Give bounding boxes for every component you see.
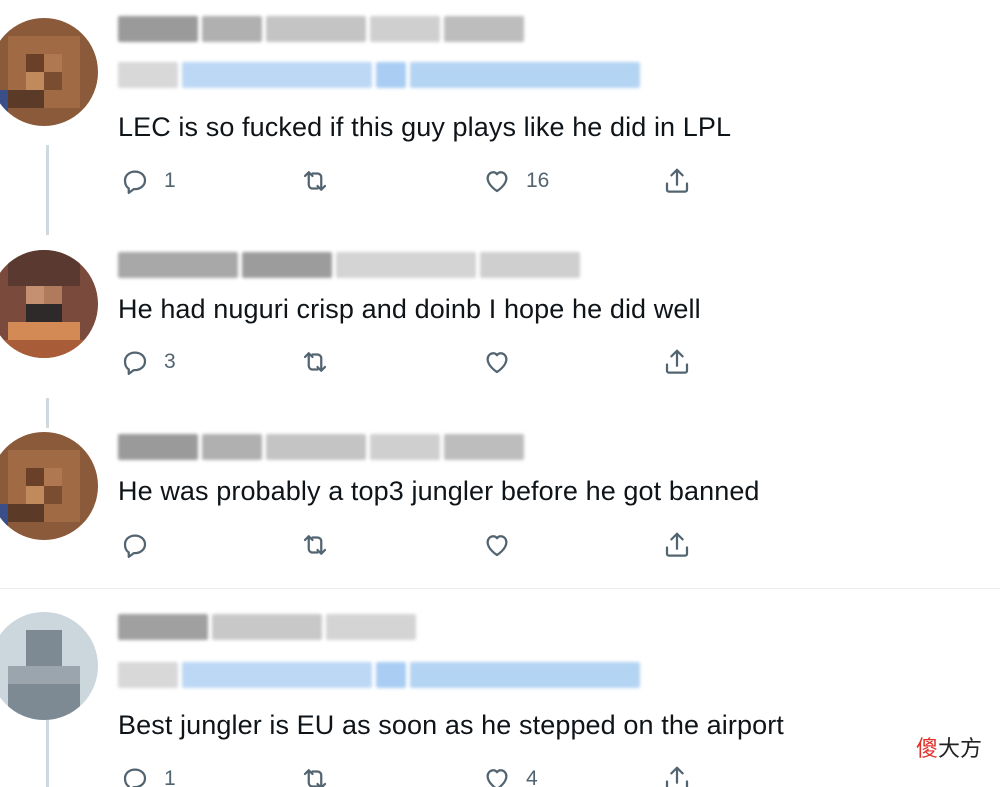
reply-count: 1	[164, 169, 176, 192]
retweet-button[interactable]	[300, 166, 344, 196]
like-count: 16	[526, 169, 550, 192]
reply-button[interactable]: 1	[120, 166, 176, 196]
share-icon	[665, 766, 689, 787]
watermark: 傻大方	[916, 731, 982, 763]
reply-count: 3	[164, 350, 176, 373]
user-name-blurred[interactable]	[118, 250, 580, 280]
user-name-blurred[interactable]	[118, 612, 416, 642]
share-button[interactable]	[662, 347, 692, 377]
heart-icon	[486, 171, 508, 193]
avatar[interactable]	[0, 432, 98, 540]
share-button[interactable]	[662, 166, 692, 196]
thread-line	[46, 145, 49, 235]
replying-to-blurred[interactable]	[118, 60, 640, 90]
share-button[interactable]	[662, 764, 692, 787]
reply-thread: LEC is so fucked if this guy plays like …	[0, 0, 1000, 787]
avatar[interactable]	[0, 18, 98, 126]
user-name-blurred[interactable]	[118, 14, 524, 44]
avatar[interactable]	[0, 612, 98, 720]
thread-line	[46, 398, 49, 428]
share-icon	[665, 532, 689, 557]
reply-icon	[123, 768, 147, 787]
watermark-part-2: 大方	[937, 737, 982, 762]
share-icon	[665, 349, 689, 374]
retweet-icon	[303, 769, 327, 787]
tweet-text: Best jungler is EU as soon as he stepped…	[118, 710, 784, 740]
share-icon	[665, 168, 689, 193]
user-name-blurred[interactable]	[118, 432, 524, 462]
thread-line	[46, 718, 49, 787]
like-button[interactable]	[482, 347, 526, 377]
retweet-icon	[303, 535, 327, 555]
reply-icon	[123, 170, 147, 194]
watermark-part-1: 傻	[915, 737, 938, 762]
tweet-text: LEC is so fucked if this guy plays like …	[118, 112, 732, 142]
tweet-text: He had nuguri crisp and doinb I hope he …	[118, 294, 701, 324]
reply-button[interactable]: 3	[120, 347, 176, 377]
reply-icon	[123, 534, 147, 558]
heart-icon	[486, 352, 508, 374]
retweet-icon	[303, 171, 327, 191]
like-button[interactable]	[482, 530, 526, 560]
avatar[interactable]	[0, 250, 98, 358]
reply-button[interactable]	[120, 530, 164, 560]
retweet-button[interactable]	[300, 347, 344, 377]
share-button[interactable]	[662, 530, 692, 560]
retweet-button[interactable]	[300, 530, 344, 560]
heart-icon	[486, 535, 508, 557]
retweet-icon	[303, 352, 327, 372]
divider	[0, 588, 1000, 589]
heart-icon	[486, 769, 508, 787]
replying-to-blurred[interactable]	[118, 660, 640, 690]
reply-button[interactable]: 1	[120, 764, 176, 787]
like-button[interactable]: 4	[482, 764, 538, 787]
tweet-text: He was probably a top3 jungler before he…	[118, 476, 760, 506]
reply-icon	[123, 351, 147, 375]
like-button[interactable]: 16	[482, 166, 549, 196]
like-count: 4	[526, 767, 538, 787]
retweet-button[interactable]	[300, 764, 344, 787]
reply-count: 1	[164, 767, 176, 787]
